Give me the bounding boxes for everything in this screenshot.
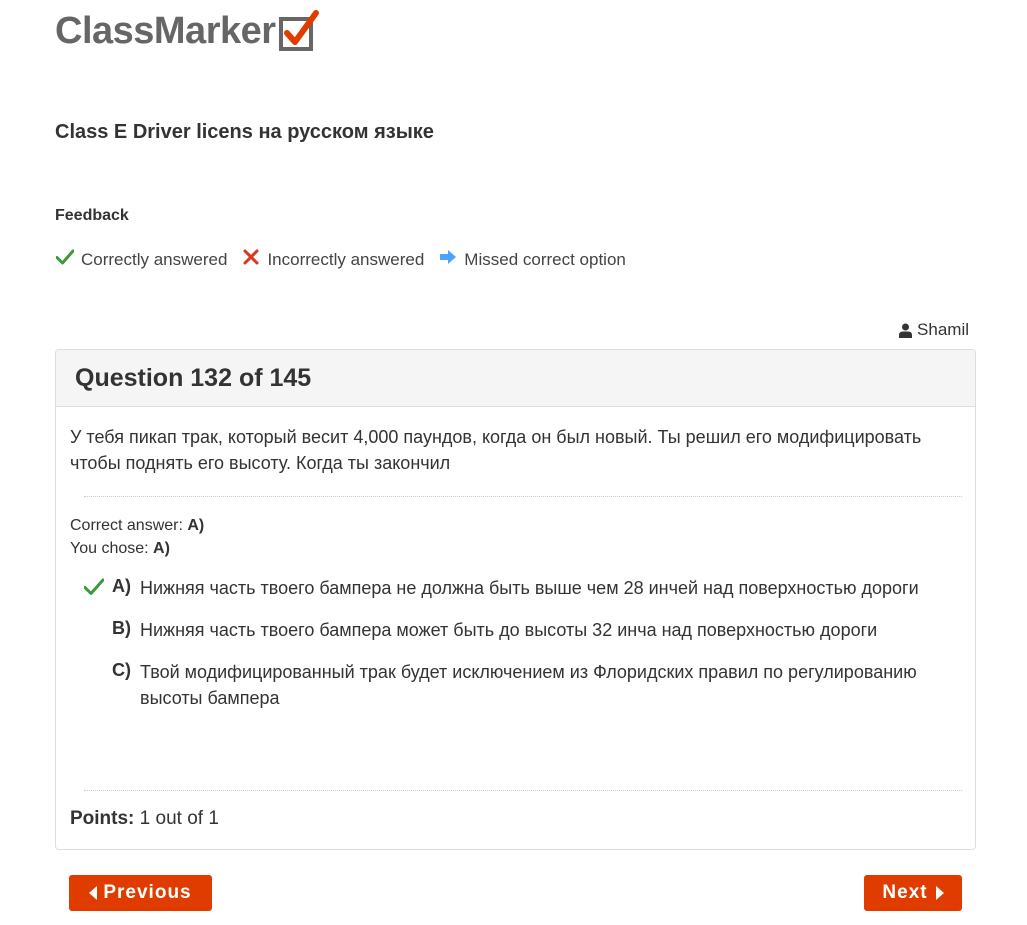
feedback-legend: Correctly answered Incorrectly answered … xyxy=(55,247,640,270)
check-icon xyxy=(55,247,75,267)
you-chose-line: You chose: A) xyxy=(70,537,204,560)
points-value: 1 out of 1 xyxy=(139,808,219,829)
legend-incorrect-label: Incorrectly answered xyxy=(267,250,425,269)
option-letter: B) xyxy=(112,618,131,638)
option-letter: A) xyxy=(112,576,131,596)
next-button-label: Next xyxy=(882,882,928,903)
points-label: Points: xyxy=(70,808,135,829)
previous-button[interactable]: Previous xyxy=(69,875,212,911)
legend-incorrect: Incorrectly answered xyxy=(241,247,425,270)
option-text: Твой модифицированный трак будет исключе… xyxy=(140,662,917,708)
points-line: Points: 1 out of 1 xyxy=(70,808,219,830)
answer-summary: Correct answer: A) You chose: A) xyxy=(70,514,204,560)
legend-correct: Correctly answered xyxy=(55,247,228,270)
option-text: Нижняя часть твоего бампера не должна бы… xyxy=(140,578,919,598)
correct-answer-label: Correct answer: xyxy=(70,517,183,534)
previous-button-label: Previous xyxy=(103,882,192,903)
next-button[interactable]: Next xyxy=(864,875,962,911)
question-number: Question 132 of 145 xyxy=(75,363,312,392)
checkbox-check-icon xyxy=(278,9,322,53)
answer-options: A) Нижняя часть твоего бампера не должна… xyxy=(82,575,952,727)
caret-right-icon xyxy=(935,886,944,900)
question-panel: Question 132 of 145 У тебя пикап трак, к… xyxy=(55,349,976,850)
correct-answer-value: A) xyxy=(187,517,205,534)
correct-answer-line: Correct answer: A) xyxy=(70,514,204,537)
divider xyxy=(84,790,962,791)
check-icon xyxy=(83,577,105,597)
divider xyxy=(84,496,962,497)
legend-missed-label: Missed correct option xyxy=(464,250,626,269)
question-text: У тебя пикап трак, который весит 4,000 п… xyxy=(70,427,922,473)
feedback-heading: Feedback xyxy=(55,207,129,224)
legend-missed: Missed correct option xyxy=(438,250,626,270)
legend-correct-label: Correctly answered xyxy=(81,250,228,269)
you-chose-label: You chose: xyxy=(70,540,149,557)
option-letter: C) xyxy=(112,660,131,680)
cross-icon xyxy=(241,247,261,267)
you-chose-value: A) xyxy=(153,540,170,557)
logo-text: ClassMarker xyxy=(55,10,276,52)
user-icon xyxy=(899,323,913,338)
option-text: Нижняя часть твоего бампера может быть д… xyxy=(140,620,878,640)
arrow-right-icon xyxy=(438,247,458,267)
quiz-title: Class E Driver licens на русском языке xyxy=(55,121,434,143)
answer-option-c: C) Твой модифицированный трак будет искл… xyxy=(82,659,952,711)
classmarker-logo: ClassMarker xyxy=(55,9,322,53)
answer-option-a: A) Нижняя часть твоего бампера не должна… xyxy=(82,575,952,601)
caret-left-icon xyxy=(89,886,98,900)
user-info: Shamil xyxy=(899,320,969,340)
user-name: Shamil xyxy=(917,320,969,339)
question-header: Question 132 of 145 xyxy=(56,350,975,407)
answer-option-b: B) Нижняя часть твоего бампера может быт… xyxy=(82,617,952,643)
